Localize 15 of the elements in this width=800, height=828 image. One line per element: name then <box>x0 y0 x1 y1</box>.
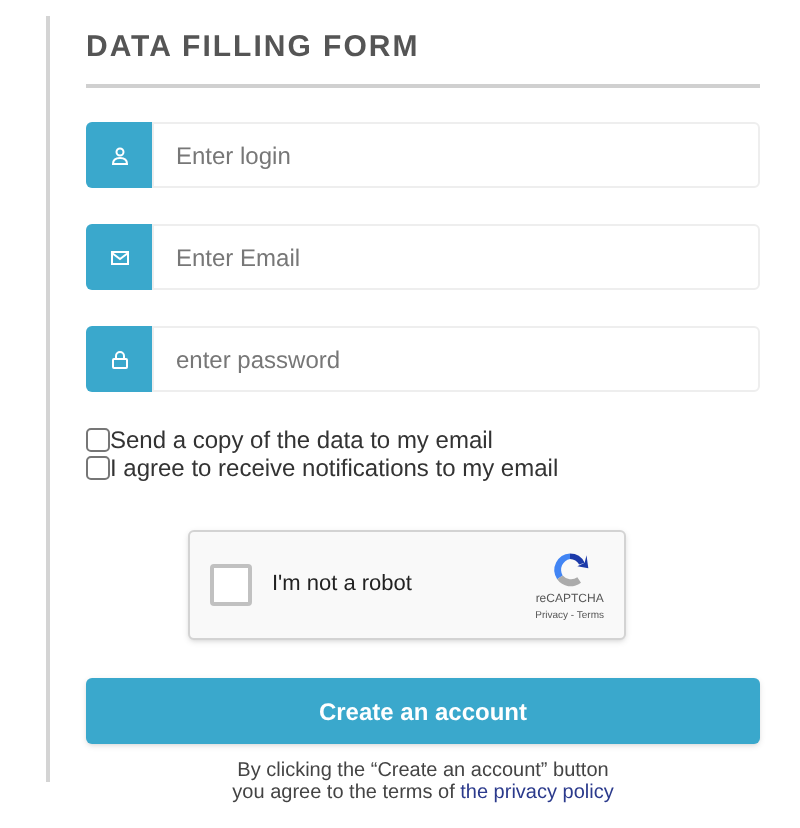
checkbox[interactable] <box>86 456 110 480</box>
captcha-checkbox[interactable] <box>210 564 252 606</box>
terms-note: By clicking the “Create an account” button you agree to the terms of the privacy policy <box>230 760 616 804</box>
checkbox-label: I agree to receive notifications to my email <box>110 454 559 482</box>
captcha-label: I'm not a robot <box>272 570 414 601</box>
lock-icon <box>107 347 131 371</box>
user-icon <box>107 143 131 167</box>
privacy-policy-link[interactable]: the privacy policy <box>460 782 614 804</box>
input-field[interactable]: Enter login <box>152 122 760 188</box>
envelope-icon <box>107 245 131 269</box>
input-field[interactable]: enter password <box>152 326 760 392</box>
checkbox[interactable] <box>86 428 110 452</box>
checkbox-label: Send a copy of the data to my email <box>110 426 493 454</box>
form-title: DATA FILLING FORM <box>86 28 420 68</box>
input-field[interactable]: Enter Email <box>152 224 760 290</box>
